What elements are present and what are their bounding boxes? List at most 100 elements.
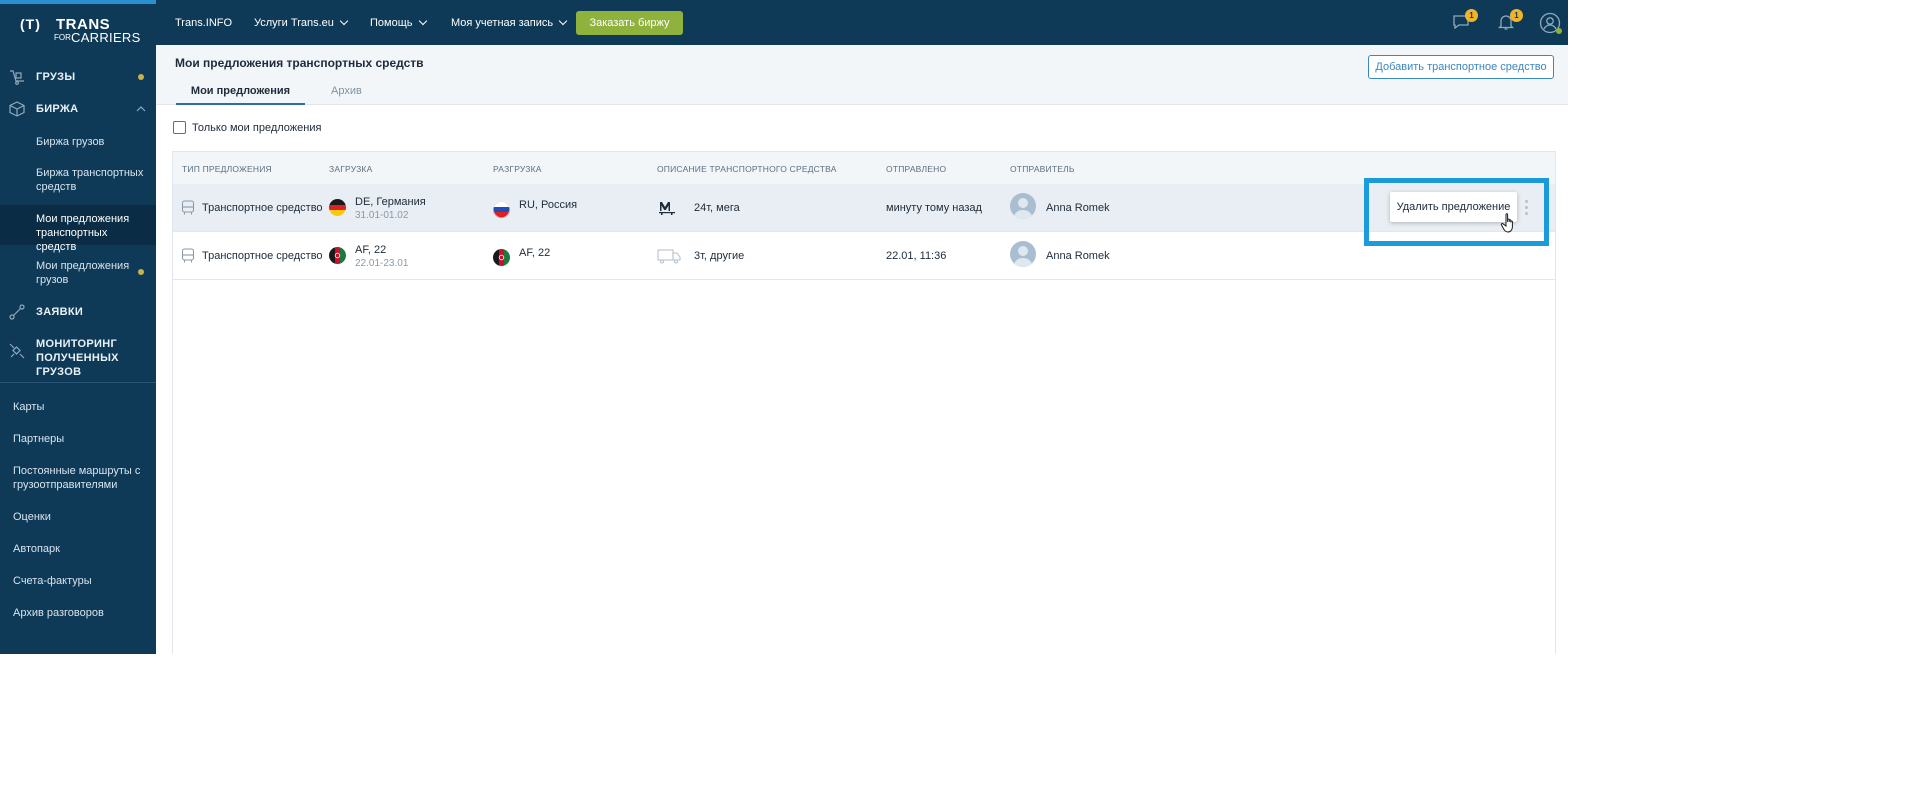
vehicle-description: 3т, другие xyxy=(694,250,745,262)
sidebar-link-invoices[interactable]: Счета-фактуры xyxy=(13,574,92,588)
sidebar-link-routes[interactable]: Постоянные маршруты с грузоотправителями xyxy=(13,464,143,492)
top-bar: Trans.INFO Услуги Trans.eu Помощь Моя уч… xyxy=(156,0,1568,45)
messages-button[interactable]: 1 xyxy=(1452,9,1478,33)
messages-badge: 1 xyxy=(1465,9,1478,22)
column-header-sender: Отправитель xyxy=(1010,164,1075,174)
column-header-sent: Отправлено xyxy=(886,164,947,174)
sidebar-item-label: БИРЖА xyxy=(36,103,79,115)
logo[interactable]: (T) TRANS FOR CARRIERS xyxy=(20,14,141,45)
sidebar-item-label: МОНИТОРИНГ ПОЛУЧЕННЫХ ГРУЗОВ xyxy=(36,338,119,378)
loading-place: AF, 22 xyxy=(355,244,387,256)
sidebar-subitem-my-vehicle-offers[interactable]: Мои предложения транспортных средств xyxy=(0,205,156,253)
sidebar-link-partners[interactable]: Партнеры xyxy=(13,432,64,446)
offer-type: Транспортное средство xyxy=(202,250,323,262)
loading-place: DE, Германия xyxy=(355,196,426,208)
mega-trailer-icon xyxy=(659,202,675,215)
chevron-down-icon xyxy=(558,16,568,26)
sidebar-item-label: ЗАЯВКИ xyxy=(36,306,84,318)
sidebar-subitem-my-cargo-offers[interactable]: Мои предложения грузов xyxy=(0,257,156,289)
topbar-link-services[interactable]: Услуги Trans.eu xyxy=(254,16,349,29)
sent-time: минуту тому назад xyxy=(886,202,982,214)
order-exchange-button[interactable]: Заказать биржу xyxy=(576,11,683,35)
offers-table: Тип предложения Загрузка Разгрузка Описа… xyxy=(172,151,1556,654)
sidebar-subitem-label: Мои предложения грузов xyxy=(36,260,130,286)
delete-offer-menu-item[interactable]: Удалить предложение xyxy=(1390,192,1517,222)
sender-name: Anna Romek xyxy=(1046,202,1110,214)
sidebar-link-ratings[interactable]: Оценки xyxy=(13,510,51,524)
user-silhouette-icon xyxy=(1013,246,1033,267)
sidebar: (T) TRANS FOR CARRIERS ГРУЗЫ БИРЖА Биржа… xyxy=(0,0,156,654)
column-header-type: Тип предложения xyxy=(182,164,272,174)
sidebar-top-accent xyxy=(0,0,156,4)
logo-carriers: CARRIERS xyxy=(71,30,141,45)
loading-dates: 31.01-01.02 xyxy=(355,210,409,221)
tab-archive[interactable]: Архив xyxy=(331,85,362,97)
truck-icon xyxy=(657,249,681,264)
sender-name: Anna Romek xyxy=(1046,250,1110,262)
flag-af-icon xyxy=(329,247,346,264)
sidebar-divider xyxy=(0,382,156,383)
topbar-link-label: Услуги Trans.eu xyxy=(254,17,334,29)
route-icon xyxy=(9,304,25,320)
page-header: Мои предложения транспортных средств Мои… xyxy=(156,45,1568,105)
vehicle-description: 24т, мега xyxy=(694,202,740,214)
logo-mark: (T) xyxy=(20,16,41,32)
topbar-link-label: Моя учетная запись xyxy=(451,17,554,29)
sidebar-link-maps[interactable]: Карты xyxy=(13,400,44,414)
sidebar-item-cargo[interactable]: ГРУЗЫ xyxy=(0,68,156,86)
avatar xyxy=(1010,193,1036,219)
sidebar-subitem-label: Биржа грузов xyxy=(36,136,105,148)
status-dot xyxy=(138,74,144,80)
loading-dates: 22.01-23.01 xyxy=(355,258,409,269)
add-vehicle-button[interactable]: Добавить транспортное средство xyxy=(1368,55,1554,79)
flag-ru-icon xyxy=(493,201,510,218)
sidebar-subitem-label: Биржа транспортных средств xyxy=(36,167,144,193)
notifications-button[interactable]: 1 xyxy=(1497,9,1523,33)
satellite-icon xyxy=(9,343,25,359)
box-icon xyxy=(9,101,25,117)
sidebar-item-label: ГРУЗЫ xyxy=(36,71,76,83)
sidebar-item-exchange[interactable]: БИРЖА xyxy=(0,100,156,118)
sent-time: 22.01, 11:36 xyxy=(886,250,947,262)
user-silhouette-icon xyxy=(1013,198,1033,219)
chevron-down-icon xyxy=(339,16,349,26)
table-row[interactable]: Транспортное средство AF, 22 22.01-23.01… xyxy=(173,232,1555,280)
table-header: Тип предложения Загрузка Разгрузка Описа… xyxy=(173,152,1555,184)
topbar-link-transinfo[interactable]: Trans.INFO xyxy=(175,17,232,29)
table-row[interactable]: Транспортное средство DE, Германия 31.01… xyxy=(173,184,1555,232)
sidebar-subitem-label: Мои предложения транспортных средств xyxy=(36,213,130,253)
page-title: Мои предложения транспортных средств xyxy=(175,56,424,70)
sidebar-subitem-vehicle-exchange[interactable]: Биржа транспортных средств xyxy=(0,164,156,196)
sidebar-link-fleet[interactable]: Автопарк xyxy=(13,542,60,556)
sidebar-item-monitoring[interactable]: МОНИТОРИНГ ПОЛУЧЕННЫХ ГРУЗОВ xyxy=(0,336,156,378)
unloading-place: AF, 22 xyxy=(519,247,551,259)
column-header-loading: Загрузка xyxy=(329,164,373,174)
topbar-link-label: Trans.INFO xyxy=(175,17,233,29)
chevron-down-icon xyxy=(418,16,427,26)
sidebar-subitem-cargo-exchange[interactable]: Биржа грузов xyxy=(0,133,156,153)
status-dot xyxy=(138,269,144,275)
vehicle-type-icon xyxy=(181,248,195,263)
column-header-vehicle: Описание транспортного средства xyxy=(657,164,837,174)
offer-type: Транспортное средство xyxy=(202,202,323,214)
flag-de-icon xyxy=(329,199,346,216)
sidebar-link-chat-archive[interactable]: Архив разговоров xyxy=(13,606,104,620)
topbar-link-help[interactable]: Помощь xyxy=(370,16,427,29)
chevron-up-icon[interactable] xyxy=(136,105,146,113)
sidebar-item-orders[interactable]: ЗАЯВКИ xyxy=(0,303,156,321)
vehicle-type-icon xyxy=(181,200,195,215)
profile-button[interactable] xyxy=(1539,12,1562,34)
cargo-icon xyxy=(10,70,24,85)
filter-label: Только мои предложения xyxy=(192,121,322,134)
logo-for: FOR xyxy=(54,33,71,42)
tab-my-offers[interactable]: Мои предложения xyxy=(176,85,305,105)
notifications-badge: 1 xyxy=(1510,9,1523,22)
online-dot xyxy=(1556,28,1562,34)
only-my-offers-filter[interactable]: Только мои предложения xyxy=(173,121,321,134)
hand-cursor-icon xyxy=(1500,213,1513,233)
more-options-icon[interactable] xyxy=(1525,200,1529,216)
flag-af-icon xyxy=(493,249,510,266)
unloading-place: RU, Россия xyxy=(519,199,578,211)
topbar-link-account[interactable]: Моя учетная запись xyxy=(451,16,568,29)
only-my-offers-checkbox[interactable] xyxy=(173,121,186,134)
